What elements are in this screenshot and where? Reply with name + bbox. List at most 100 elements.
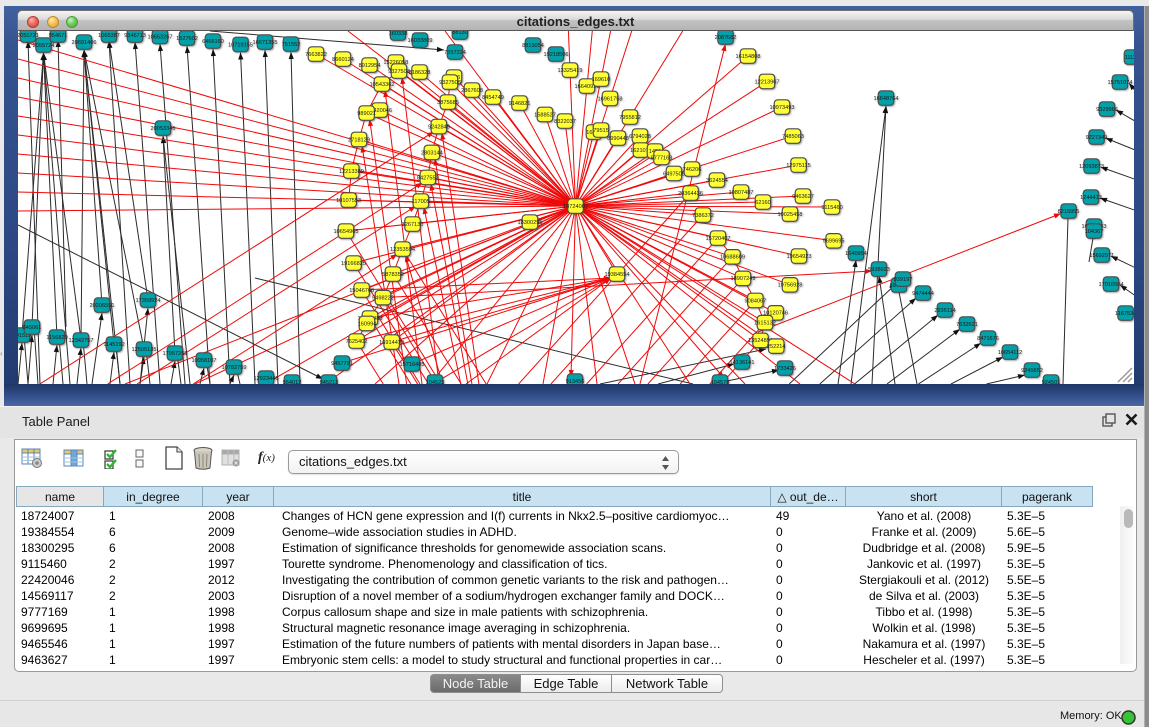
svg-text:169610: 169610 — [592, 77, 611, 83]
svg-text:9146821: 9146821 — [509, 101, 531, 107]
svg-text:1167534: 1167534 — [1115, 311, 1134, 317]
svg-text:1156829: 1156829 — [46, 335, 67, 341]
svg-text:160338: 160338 — [389, 31, 408, 37]
svg-text:104523: 104523 — [426, 380, 445, 384]
svg-text:7663822: 7663822 — [305, 52, 327, 58]
svg-text:12342757: 12342757 — [69, 338, 94, 344]
svg-text:19166825: 19166825 — [341, 261, 366, 267]
svg-text:9327503: 9327503 — [388, 69, 410, 75]
svg-text:8215955: 8215955 — [1058, 209, 1080, 215]
svg-text:12213967: 12213967 — [755, 79, 780, 85]
svg-text:6497508: 6497508 — [663, 171, 685, 177]
svg-text:104367: 104367 — [1085, 229, 1104, 235]
svg-text:10688609: 10688609 — [720, 255, 745, 261]
svg-text:7386372: 7386372 — [692, 213, 714, 219]
svg-text:10654112: 10654112 — [998, 350, 1022, 356]
svg-text:14136141: 14136141 — [730, 360, 755, 366]
svg-text:9115460: 9115460 — [821, 205, 842, 211]
svg-text:2055724: 2055724 — [33, 43, 55, 49]
svg-text:8186328: 8186328 — [409, 70, 431, 76]
svg-text:16033809: 16033809 — [408, 38, 433, 44]
svg-text:10719155: 10719155 — [228, 42, 253, 48]
svg-text:10653267: 10653267 — [148, 34, 173, 40]
svg-text:746206: 746206 — [683, 167, 702, 173]
svg-text:11123: 11123 — [1125, 55, 1134, 61]
svg-text:10973493: 10973493 — [770, 105, 795, 111]
svg-text:10654965: 10654965 — [334, 229, 359, 235]
svg-text:989021: 989021 — [357, 111, 376, 117]
svg-text:5498222: 5498222 — [372, 295, 394, 301]
svg-text:8454749: 8454749 — [482, 95, 504, 101]
svg-text:9327508: 9327508 — [439, 80, 461, 86]
svg-text:10782759: 10782759 — [222, 365, 247, 371]
svg-text:9699695: 9699695 — [823, 239, 845, 245]
svg-text:19654923: 19654923 — [787, 254, 812, 260]
svg-text:252214: 252214 — [767, 344, 786, 350]
svg-text:9463627: 9463627 — [792, 194, 814, 200]
svg-text:8912954: 8912954 — [359, 63, 381, 69]
svg-text:1244413: 1244413 — [1080, 195, 1102, 201]
svg-text:3267130: 3267130 — [402, 222, 424, 228]
svg-text:945213: 945213 — [320, 380, 339, 384]
svg-text:1588527: 1588527 — [534, 112, 556, 118]
svg-text:16961758: 16961758 — [598, 96, 623, 102]
svg-text:79515: 79515 — [593, 128, 609, 134]
svg-text:117005: 117005 — [412, 199, 430, 205]
svg-text:8813054: 8813054 — [522, 43, 544, 49]
svg-text:2718129: 2718129 — [348, 137, 370, 143]
svg-text:18724007: 18724007 — [563, 204, 588, 210]
svg-text:62160: 62160 — [755, 200, 771, 206]
svg-text:12093873: 12093873 — [1079, 164, 1104, 170]
svg-text:7625402: 7625402 — [346, 339, 368, 345]
svg-text:7485063: 7485063 — [782, 134, 804, 140]
svg-text:8990448: 8990448 — [607, 136, 629, 142]
svg-text:2867608: 2867608 — [461, 88, 483, 94]
svg-text:8660124: 8660124 — [332, 57, 354, 63]
svg-text:9474444: 9474444 — [912, 291, 934, 297]
svg-text:6466160: 6466160 — [202, 39, 224, 45]
svg-text:17359924: 17359924 — [136, 298, 161, 304]
svg-text:18300295: 18300295 — [518, 220, 543, 226]
svg-text:9084067: 9084067 — [745, 298, 767, 304]
svg-text:12975115: 12975115 — [786, 163, 810, 169]
svg-text:2935114: 2935114 — [934, 308, 955, 314]
svg-text:1527602: 1527602 — [176, 36, 198, 42]
svg-text:1640954: 1640954 — [845, 251, 867, 257]
svg-text:160994: 160994 — [358, 321, 377, 327]
svg-text:10958107: 10958107 — [192, 358, 217, 364]
svg-text:1615132: 1615132 — [754, 321, 776, 327]
svg-text:104578: 104578 — [711, 380, 730, 384]
svg-text:1733426: 1733426 — [774, 366, 796, 372]
svg-text:18907249: 18907249 — [731, 276, 756, 282]
svg-text:1145192: 1145192 — [103, 342, 124, 348]
svg-text:9346713: 9346713 — [124, 33, 146, 39]
svg-text:20053346: 20053346 — [151, 126, 176, 132]
svg-text:5878352: 5878352 — [382, 272, 404, 278]
svg-text:10807487: 10807487 — [729, 190, 754, 196]
svg-text:3875685: 3875685 — [437, 100, 459, 106]
svg-text:16154808: 16154808 — [736, 54, 761, 60]
svg-text:19756928: 19756928 — [778, 283, 803, 289]
svg-text:924501: 924501 — [1042, 380, 1061, 384]
svg-text:954012: 954012 — [283, 380, 302, 384]
svg-text:7955812: 7955812 — [619, 115, 641, 121]
svg-text:20364436: 20364436 — [678, 191, 703, 197]
svg-text:20691406: 20691406 — [72, 40, 97, 46]
svg-text:845061: 845061 — [23, 325, 42, 331]
svg-text:12213389: 12213389 — [339, 169, 364, 175]
svg-text:15720407: 15720407 — [706, 236, 731, 242]
svg-text:16914479: 16914479 — [379, 340, 404, 346]
svg-text:15751074: 15751074 — [1108, 80, 1133, 86]
svg-text:10025458: 10025458 — [778, 212, 803, 218]
svg-text:9777169: 9777169 — [651, 155, 673, 161]
svg-text:17957255: 17957255 — [163, 351, 188, 357]
svg-text:5938923: 5938923 — [868, 267, 890, 273]
svg-text:751552: 751552 — [282, 42, 301, 48]
svg-text:19218506: 19218506 — [544, 52, 569, 58]
svg-text:19384554: 19384554 — [605, 272, 630, 278]
svg-text:939197: 939197 — [894, 277, 913, 283]
svg-text:7632621: 7632621 — [956, 322, 978, 328]
svg-text:2087682: 2087682 — [715, 35, 737, 41]
svg-text:10107553: 10107553 — [336, 198, 361, 204]
svg-text:17016504: 17016504 — [1099, 282, 1124, 288]
